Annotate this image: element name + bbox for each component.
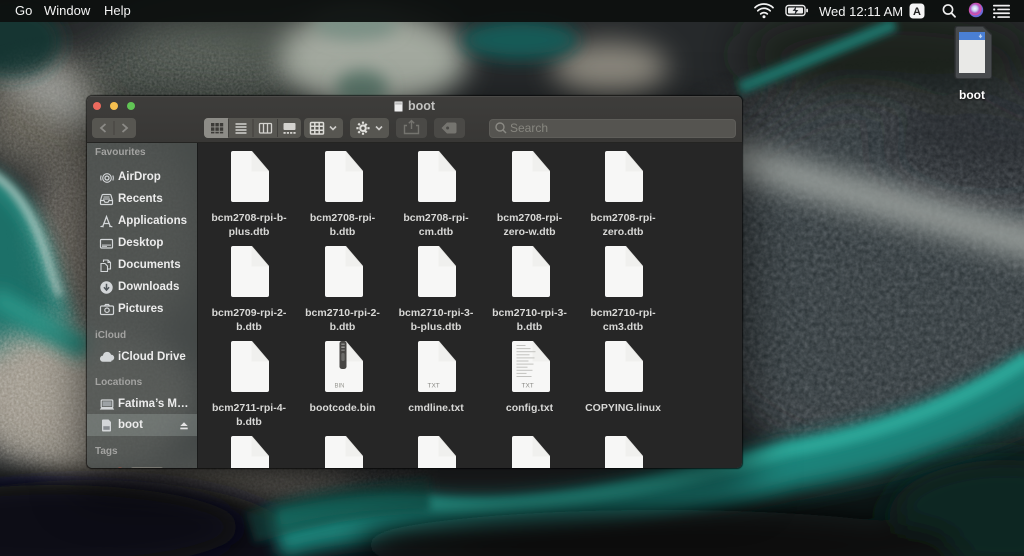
- svg-text:TXT: TXT: [428, 383, 440, 390]
- svg-text:BIN: BIN: [334, 384, 344, 390]
- svg-text:TXT: TXT: [521, 383, 533, 390]
- svg-text:A: A: [913, 6, 921, 18]
